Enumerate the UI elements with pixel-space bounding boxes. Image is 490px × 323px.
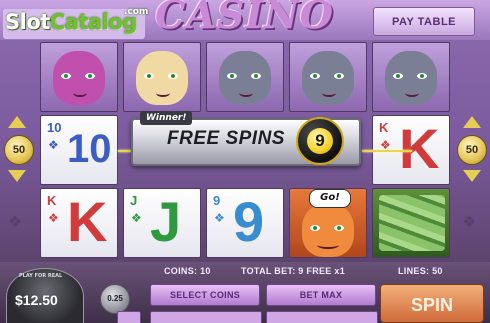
play-for-real-label[interactable]: PLAY FOR REAL — [19, 273, 62, 279]
symbol-money-stack — [372, 188, 450, 258]
paytable-button[interactable]: PAY TABLE — [373, 7, 475, 36]
symbol-ten: 10 ❖ 10 — [40, 115, 118, 185]
paw-decoration-icon: ❖ — [8, 212, 23, 231]
balance-value: $12.50 — [15, 292, 58, 308]
lines-up-arrow-icon[interactable] — [463, 116, 481, 128]
card-big-label: 9 — [233, 190, 265, 253]
slotcatalog-logo: SlotCatalog — [5, 10, 137, 34]
grey-cat-icon — [219, 51, 271, 105]
bet-max-button[interactable]: BET MAX — [266, 284, 376, 306]
symbol-king: K ❖ K — [40, 188, 118, 258]
card-big-label: K — [399, 117, 440, 180]
select-coins-button[interactable]: SELECT COINS — [150, 284, 260, 306]
paw-pip-icon: ❖ — [48, 138, 59, 152]
purple-cat-icon — [53, 51, 105, 105]
symbol-purple-cat — [40, 42, 118, 112]
small-control-button[interactable] — [117, 311, 141, 323]
card-rank-label: K — [379, 120, 389, 135]
winner-tag: Winner! — [140, 111, 193, 125]
lines-info: LINES: 50 — [398, 266, 443, 276]
card-rank-label: 9 — [213, 193, 221, 208]
grey-cat-icon — [302, 51, 354, 105]
free-spins-label: FREE SPINS — [167, 128, 285, 149]
card-big-label: J — [150, 190, 182, 253]
symbol-cream-cat — [123, 42, 201, 112]
card-rank-label: J — [130, 193, 138, 208]
money-stack-icon — [379, 195, 445, 251]
lines-down-arrow-icon[interactable] — [463, 170, 481, 182]
logo-com-text: .com — [124, 7, 149, 17]
lines-down-arrow-icon[interactable] — [8, 170, 26, 182]
lower-control-button[interactable] — [150, 311, 262, 323]
go-bubble[interactable]: Go! — [309, 189, 351, 208]
logo-slot-text: Slot — [5, 10, 50, 34]
payline — [118, 150, 132, 152]
lines-left-indicator: 50 — [4, 135, 34, 165]
lower-control-button[interactable] — [266, 311, 378, 323]
grey-cat-icon — [385, 51, 437, 105]
cream-cat-icon — [136, 51, 188, 105]
symbol-jack: J ❖ J — [123, 188, 201, 258]
symbol-grey-cat — [372, 42, 450, 112]
lines-right-indicator: 50 — [457, 135, 487, 165]
game-stage: SlotCatalog .com CASINO PAY TABLE ❖ ❖ 10… — [0, 0, 490, 323]
paw-pip-icon: ❖ — [214, 211, 225, 225]
paw-pip-icon: ❖ — [48, 211, 59, 225]
game-title: CASINO — [155, 0, 334, 37]
paw-pip-icon: ❖ — [131, 211, 142, 225]
coin-value-chip[interactable]: 0.25 — [100, 284, 130, 314]
spin-button[interactable]: SPIN — [380, 284, 484, 323]
orange-cat-icon — [302, 203, 354, 257]
payline — [362, 150, 412, 152]
spins-count-ball: 9 — [296, 117, 344, 165]
lines-up-arrow-icon[interactable] — [8, 116, 26, 128]
symbol-grey-cat — [289, 42, 367, 112]
total-bet-info: TOTAL BET: 9 FREE x1 — [241, 266, 346, 276]
paw-decoration-icon: ❖ — [462, 212, 477, 231]
spins-count: 9 — [307, 128, 333, 154]
card-rank-label: K — [47, 193, 57, 208]
card-rank-label: 10 — [47, 120, 62, 135]
symbol-grey-cat — [206, 42, 284, 112]
symbol-nine: 9 ❖ 9 — [206, 188, 284, 258]
card-big-label: K — [67, 190, 108, 253]
coins-info: COINS: 10 — [164, 266, 211, 276]
card-big-label: 10 — [67, 127, 112, 171]
